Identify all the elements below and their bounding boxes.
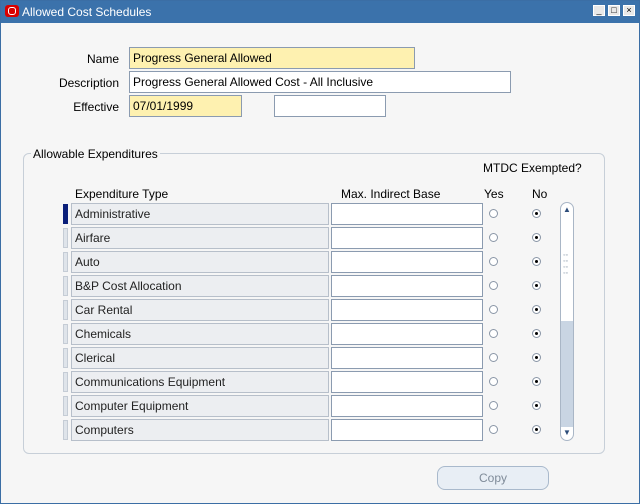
row-selector[interactable] xyxy=(63,420,68,440)
max-indirect-base-field[interactable] xyxy=(331,227,483,249)
mtdc-yes-radio[interactable] xyxy=(489,377,498,386)
max-indirect-base-header: Max. Indirect Base xyxy=(341,187,441,201)
mtdc-yes-radio[interactable] xyxy=(489,401,498,410)
mtdc-no-radio[interactable] xyxy=(532,377,541,386)
mtdc-no-radio[interactable] xyxy=(532,281,541,290)
max-indirect-base-field[interactable] xyxy=(331,323,483,345)
effective-label: Effective xyxy=(73,100,119,114)
max-indirect-base-field[interactable] xyxy=(331,299,483,321)
mtdc-yes-radio[interactable] xyxy=(489,353,498,362)
max-indirect-base-field[interactable] xyxy=(331,395,483,417)
description-label: Description xyxy=(58,76,119,90)
mtdc-no-radio[interactable] xyxy=(532,305,541,314)
expenditure-type-field[interactable]: Car Rental xyxy=(71,299,329,321)
row-selector[interactable] xyxy=(63,252,68,272)
mtdc-no-radio[interactable] xyxy=(532,425,541,434)
vertical-scrollbar[interactable]: ▲ ◦◦ ◦◦ ◦◦ ◦◦ ▼ xyxy=(560,202,574,441)
mtdc-yes-radio[interactable] xyxy=(489,305,498,314)
title-bar: Allowed Cost Schedules _ □ × xyxy=(1,1,639,23)
mtdc-yes-radio[interactable] xyxy=(489,329,498,338)
row-selector[interactable] xyxy=(63,372,68,392)
row-selector[interactable] xyxy=(63,348,68,368)
expenditure-type-field[interactable]: Computer Equipment xyxy=(71,395,329,417)
mtdc-no-radio[interactable] xyxy=(532,329,541,338)
max-indirect-base-field[interactable] xyxy=(331,371,483,393)
allowed-cost-schedules-window: Allowed Cost Schedules _ □ × Name Progre… xyxy=(0,0,640,504)
effective-to-field[interactable] xyxy=(274,95,386,117)
effective-from-field[interactable]: 07/01/1999 xyxy=(129,95,242,117)
row-selector[interactable] xyxy=(63,276,68,296)
scroll-down-icon[interactable]: ▼ xyxy=(562,428,572,438)
mtdc-no-radio[interactable] xyxy=(532,233,541,242)
expenditure-type-field[interactable]: Clerical xyxy=(71,347,329,369)
scroll-grip-icon: ◦◦ ◦◦ ◦◦ ◦◦ xyxy=(563,252,568,277)
close-button[interactable]: × xyxy=(623,5,635,16)
yes-header: Yes xyxy=(484,187,504,201)
max-indirect-base-field[interactable] xyxy=(331,347,483,369)
mtdc-no-radio[interactable] xyxy=(532,257,541,266)
row-selector[interactable] xyxy=(63,396,68,416)
mtdc-no-radio[interactable] xyxy=(532,401,541,410)
expenditure-type-field[interactable]: Communications Equipment xyxy=(71,371,329,393)
scroll-up-icon[interactable]: ▲ xyxy=(562,205,572,215)
row-selector[interactable] xyxy=(63,300,68,320)
row-selector[interactable] xyxy=(63,228,68,248)
mtdc-yes-radio[interactable] xyxy=(489,209,498,218)
max-indirect-base-field[interactable] xyxy=(331,251,483,273)
minimize-button[interactable]: _ xyxy=(593,5,605,16)
max-indirect-base-field[interactable] xyxy=(331,203,483,225)
mtdc-yes-radio[interactable] xyxy=(489,233,498,242)
expenditure-type-field[interactable]: Administrative xyxy=(71,203,329,225)
expenditure-type-field[interactable]: Auto xyxy=(71,251,329,273)
description-field[interactable]: Progress General Allowed Cost - All Incl… xyxy=(129,71,511,93)
mtdc-yes-radio[interactable] xyxy=(489,281,498,290)
window-title: Allowed Cost Schedules xyxy=(22,5,152,19)
oracle-icon xyxy=(5,5,19,17)
max-indirect-base-field[interactable] xyxy=(331,419,483,441)
mtdc-exempted-title: MTDC Exempted? xyxy=(479,161,582,175)
mtdc-yes-radio[interactable] xyxy=(489,425,498,434)
expenditure-type-header: Expenditure Type xyxy=(75,187,169,201)
scroll-thumb[interactable] xyxy=(561,321,573,427)
row-selector[interactable] xyxy=(63,204,68,224)
mtdc-no-radio[interactable] xyxy=(532,209,541,218)
mtdc-yes-radio[interactable] xyxy=(489,257,498,266)
name-label: Name xyxy=(86,52,119,66)
max-indirect-base-field[interactable] xyxy=(331,275,483,297)
group-title: Allowable Expenditures xyxy=(31,147,160,161)
no-header: No xyxy=(532,187,548,201)
expenditure-type-field[interactable]: Airfare xyxy=(71,227,329,249)
expenditure-type-field[interactable]: Chemicals xyxy=(71,323,329,345)
row-selector[interactable] xyxy=(63,324,68,344)
expenditure-type-field[interactable]: B&P Cost Allocation xyxy=(71,275,329,297)
expenditure-type-field[interactable]: Computers xyxy=(71,419,329,441)
name-field[interactable]: Progress General Allowed xyxy=(129,47,415,69)
mtdc-no-radio[interactable] xyxy=(532,353,541,362)
maximize-button[interactable]: □ xyxy=(608,5,620,16)
copy-button[interactable]: Copy xyxy=(437,466,549,490)
